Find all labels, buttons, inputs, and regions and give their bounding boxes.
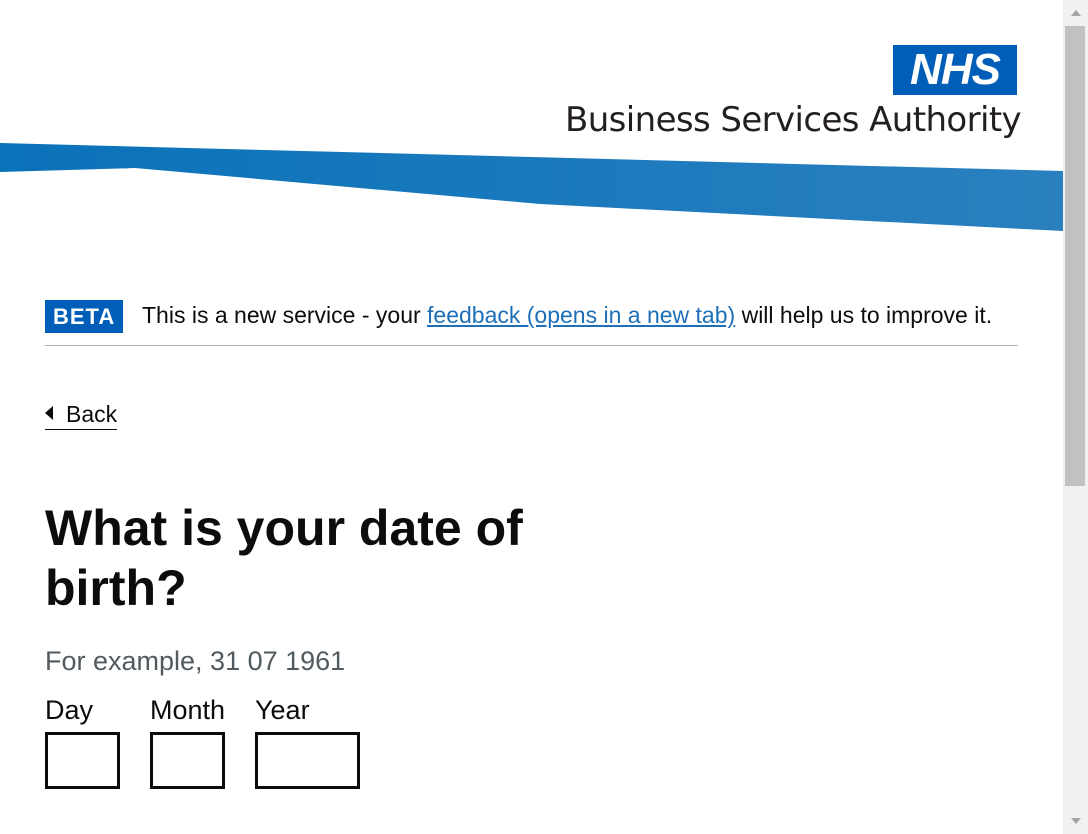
- back-link[interactable]: Back: [45, 399, 118, 430]
- date-item-year: Year: [255, 693, 360, 789]
- nhs-logo-text: NHS: [910, 45, 1001, 94]
- page-title: What is your date of birth?: [45, 500, 523, 616]
- nhs-logo[interactable]: NHS: [893, 45, 1017, 95]
- beta-text-before: This is a new service - your: [142, 302, 428, 328]
- feedback-link[interactable]: feedback (opens in a new tab): [427, 302, 735, 328]
- page: NHS Business Services Authority BETA Thi…: [0, 0, 1063, 834]
- beta-banner: BETA This is a new service - your feedba…: [45, 300, 1018, 346]
- scrollbar-thumb[interactable]: [1065, 26, 1085, 486]
- day-label: Day: [45, 695, 94, 725]
- chevron-left-icon: [45, 406, 53, 420]
- beta-tag: BETA: [45, 300, 124, 333]
- date-item-month: Month: [150, 693, 225, 789]
- year-label: Year: [255, 695, 310, 725]
- org-name: Business Services Authority: [565, 100, 1022, 140]
- back-link-label: Back: [66, 401, 118, 427]
- beta-message: This is a new service - your feedback (o…: [142, 300, 1018, 330]
- day-input[interactable]: [45, 732, 120, 789]
- vertical-scrollbar[interactable]: [1063, 0, 1088, 834]
- scroll-up-arrow-icon[interactable]: [1071, 10, 1081, 16]
- year-input[interactable]: [255, 732, 360, 789]
- date-hint: For example, 31 07 1961: [45, 646, 346, 676]
- month-input[interactable]: [150, 732, 225, 789]
- beta-text-after: will help us to improve it.: [735, 302, 993, 328]
- date-item-day: Day: [45, 693, 120, 789]
- month-label: Month: [150, 695, 226, 725]
- scroll-down-arrow-icon[interactable]: [1071, 818, 1081, 824]
- header-swoosh: [0, 143, 1063, 231]
